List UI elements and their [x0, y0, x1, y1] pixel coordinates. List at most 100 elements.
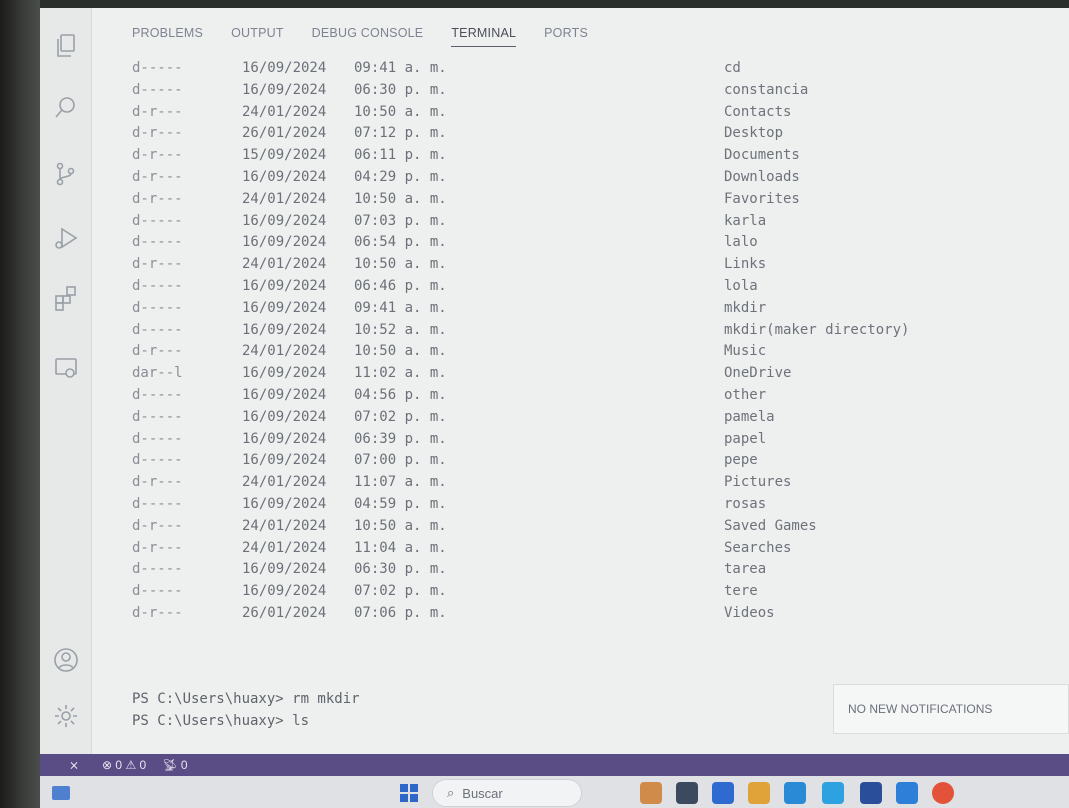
edge-app-icon[interactable]: [822, 782, 844, 804]
date-cell: 16/09/2024: [242, 299, 327, 316]
vscode-app-icon[interactable]: [896, 782, 918, 804]
warning-icon: ⚠: [125, 758, 137, 772]
outlook-app-icon[interactable]: [860, 782, 882, 804]
name-cell: Links: [724, 256, 767, 273]
date-cell: 24/01/2024: [242, 517, 327, 534]
time-cell: 04:59 p. m.: [354, 495, 447, 512]
mode-cell: d-r---: [132, 343, 183, 360]
name-cell: tarea: [724, 561, 767, 578]
date-cell: 15/09/2024: [242, 147, 327, 164]
terminal-row: d-r--- 16/09/2024 04:29 p. m. Downloads: [132, 167, 1069, 189]
chrome-app-icon[interactable]: [932, 782, 954, 804]
mode-cell: d-r---: [132, 125, 183, 142]
warning-count: 0: [139, 758, 147, 772]
ports-status[interactable]: 📡︎ 0: [162, 758, 187, 772]
terminal-row: d----- 16/09/2024 07:00 p. m. pepe: [132, 450, 1069, 472]
windows-start-icon[interactable]: [400, 784, 418, 802]
time-cell: 07:02 p. m.: [354, 583, 447, 600]
date-cell: 26/01/2024: [242, 125, 327, 142]
task-view-icon[interactable]: [676, 782, 698, 804]
widgets-icon[interactable]: [52, 786, 70, 800]
name-cell: karla: [724, 212, 767, 229]
name-cell: cd: [724, 60, 741, 76]
mode-cell: d-----: [132, 408, 183, 425]
terminal-row: d----- 16/09/2024 06:39 p. m. papel: [132, 429, 1069, 451]
terminal-row: d-r--- 24/01/2024 11:07 a. m. Pictures: [132, 472, 1069, 494]
radio-tower-icon: 📡︎: [162, 758, 178, 772]
meet-app-icon[interactable]: [712, 782, 734, 804]
problems-status[interactable]: ⊗ 0 ⚠ 0: [102, 758, 146, 772]
name-cell: Music: [724, 343, 767, 360]
tab-ports[interactable]: PORTS: [544, 26, 588, 47]
mode-cell: d-----: [132, 430, 183, 447]
terminal-row: d----- 16/09/2024 09:41 a. m. cd: [132, 58, 1069, 80]
tab-debug-console[interactable]: DEBUG CONSOLE: [312, 26, 424, 47]
date-cell: 16/09/2024: [242, 212, 327, 229]
remote-explorer-icon[interactable]: [50, 352, 82, 384]
time-cell: 10:50 a. m.: [354, 103, 447, 120]
error-count: 0: [115, 758, 123, 772]
search-icon[interactable]: [50, 92, 82, 124]
store-app-icon[interactable]: [748, 782, 770, 804]
name-cell: Pictures: [724, 474, 792, 491]
terminal-row: d-r--- 24/01/2024 10:50 a. m. Links: [132, 254, 1069, 276]
terminal-row: d----- 16/09/2024 07:02 p. m. pamela: [132, 407, 1069, 429]
mode-cell: d-r---: [132, 103, 183, 120]
time-cell: 07:03 p. m.: [354, 212, 447, 229]
mode-cell: d-r---: [132, 539, 183, 556]
file-explorer-app-icon[interactable]: [784, 782, 806, 804]
mode-cell: d-----: [132, 386, 183, 403]
mode-cell: d-----: [132, 299, 183, 316]
name-cell: Downloads: [724, 168, 800, 185]
tab-terminal[interactable]: TERMINAL: [451, 26, 517, 47]
remote-indicator-icon[interactable]: ⨯: [62, 758, 86, 772]
terminal-output[interactable]: d----- 16/09/2024 09:41 a. m. cd d----- 16/09…: [132, 58, 1069, 625]
date-cell: 16/09/2024: [242, 408, 327, 425]
date-cell: 24/01/2024: [242, 190, 327, 207]
date-cell: 16/09/2024: [242, 561, 327, 578]
extensions-icon[interactable]: [50, 282, 82, 314]
panel-tabs: PROBLEMS OUTPUT DEBUG CONSOLE TERMINAL P…: [132, 26, 588, 47]
mode-cell: dar--l: [132, 365, 183, 382]
mode-cell: d-----: [132, 495, 183, 512]
photos-app-icon[interactable]: [640, 782, 662, 804]
date-cell: 26/01/2024: [242, 604, 327, 621]
windows-taskbar: ⌕ Buscar: [40, 776, 1069, 808]
mode-cell: d-r---: [132, 517, 183, 534]
run-debug-icon[interactable]: [50, 222, 82, 254]
terminal-row: d----- 16/09/2024 06:30 p. m. constancia: [132, 80, 1069, 102]
terminal-row: d----- 16/09/2024 04:59 p. m. rosas: [132, 494, 1069, 516]
date-cell: 16/09/2024: [242, 60, 327, 76]
status-bar: ⨯ ⊗ 0 ⚠ 0 📡︎ 0: [40, 754, 1069, 776]
time-cell: 11:04 a. m.: [354, 539, 447, 556]
account-icon[interactable]: [50, 644, 82, 676]
name-cell: other: [724, 386, 767, 403]
tab-output[interactable]: OUTPUT: [231, 26, 284, 47]
time-cell: 09:41 a. m.: [354, 60, 447, 76]
photo-frame-edge: [0, 0, 40, 808]
terminal-row: d-r--- 24/01/2024 10:50 a. m. Favorites: [132, 189, 1069, 211]
mode-cell: d-----: [132, 277, 183, 294]
mode-cell: d-----: [132, 452, 183, 469]
terminal-row: d-r--- 24/01/2024 10:50 a. m. Saved Games: [132, 516, 1069, 538]
terminal-row: d-r--- 24/01/2024 10:50 a. m. Music: [132, 341, 1069, 363]
explorer-icon[interactable]: [50, 30, 82, 62]
terminal-row: d-r--- 24/01/2024 10:50 a. m. Contacts: [132, 102, 1069, 124]
terminal-prompts[interactable]: PS C:\Users\huaxy> rm mkdir PS C:\Users\…: [132, 688, 360, 732]
settings-gear-icon[interactable]: [50, 700, 82, 732]
ports-count: 0: [180, 758, 188, 772]
error-icon: ⊗: [102, 758, 113, 772]
source-control-icon[interactable]: [50, 158, 82, 190]
terminal-row: dar--l 16/09/2024 11:02 a. m. OneDrive: [132, 363, 1069, 385]
taskbar-search[interactable]: ⌕ Buscar: [432, 779, 582, 807]
notifications-toast: NO NEW NOTIFICATIONS: [833, 684, 1069, 734]
tab-problems[interactable]: PROBLEMS: [132, 26, 203, 47]
time-cell: 06:30 p. m.: [354, 561, 447, 578]
terminal-row: d-r--- 24/01/2024 11:04 a. m. Searches: [132, 538, 1069, 560]
mode-cell: d-----: [132, 81, 183, 98]
terminal-row: d----- 16/09/2024 04:56 p. m. other: [132, 385, 1069, 407]
time-cell: 06:39 p. m.: [354, 430, 447, 447]
date-cell: 16/09/2024: [242, 321, 327, 338]
mode-cell: d-r---: [132, 256, 183, 273]
time-cell: 10:50 a. m.: [354, 256, 447, 273]
